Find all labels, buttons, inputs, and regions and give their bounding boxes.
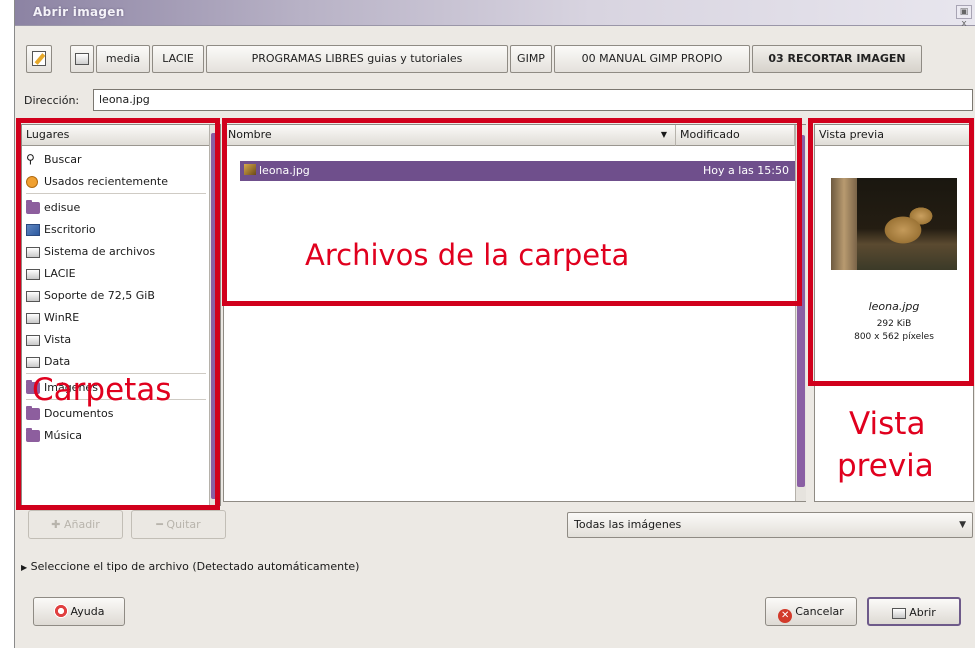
file-filter-value: Todas las imágenes (574, 518, 682, 531)
path-button-manual[interactable]: 00 MANUAL GIMP PROPIO (554, 45, 750, 73)
preview-annotation-label-2: previa (837, 448, 934, 484)
file-filter-select[interactable]: Todas las imágenes ▼ (567, 512, 973, 538)
location-label: Dirección: (24, 94, 80, 107)
lifebuoy-icon (53, 604, 68, 618)
location-input[interactable]: leona.jpg (93, 89, 973, 111)
path-button-gimp[interactable]: GIMP (510, 45, 552, 73)
minus-icon: ━ (156, 518, 167, 531)
preview-annotation-box (808, 118, 974, 386)
open-image-dialog: Abrir imagen ▣ x media LACIE PROGRAMAS L… (14, 0, 975, 648)
close-window-icon[interactable]: ▣ x (956, 5, 972, 29)
path-root-button[interactable] (70, 45, 94, 73)
drive-icon (892, 608, 907, 619)
expander-arrow-icon: ▶ (21, 563, 28, 572)
files-annotation-label: Archivos de la carpeta (305, 238, 630, 272)
path-button-lacie[interactable]: LACIE (152, 45, 204, 73)
cancel-icon: ✕ (778, 609, 793, 623)
drive-icon (75, 53, 89, 65)
title-bar[interactable]: Abrir imagen ▣ x (15, 0, 975, 29)
remove-bookmark-button[interactable]: ━ Quitar (131, 510, 226, 539)
file-type-expander-label: Seleccione el tipo de archivo (Detectado… (30, 560, 360, 573)
edit-location-button[interactable] (26, 45, 52, 73)
dropdown-arrow-icon: ▼ (959, 520, 966, 530)
plus-icon: ✚ (51, 518, 64, 531)
window-title: Abrir imagen (33, 5, 125, 19)
path-button-media[interactable]: media (96, 45, 150, 73)
files-annotation-box (222, 118, 802, 306)
path-button-programas[interactable]: PROGRAMAS LIBRES guias y tutoriales (206, 45, 508, 73)
help-button[interactable]: Ayuda (33, 597, 125, 626)
cancel-button[interactable]: ✕ Cancelar (765, 597, 857, 626)
path-button-current[interactable]: 03 RECORTAR IMAGEN (752, 45, 922, 73)
preview-annotation-label-1: Vista (849, 406, 926, 442)
add-bookmark-button[interactable]: ✚ Añadir (28, 510, 123, 539)
open-button[interactable]: Abrir (867, 597, 961, 626)
folders-annotation-label: Carpetas (32, 372, 172, 408)
folders-annotation-box (16, 118, 220, 510)
pencil-icon (32, 51, 46, 66)
file-type-expander[interactable]: ▶ Seleccione el tipo de archivo (Detecta… (21, 560, 359, 573)
